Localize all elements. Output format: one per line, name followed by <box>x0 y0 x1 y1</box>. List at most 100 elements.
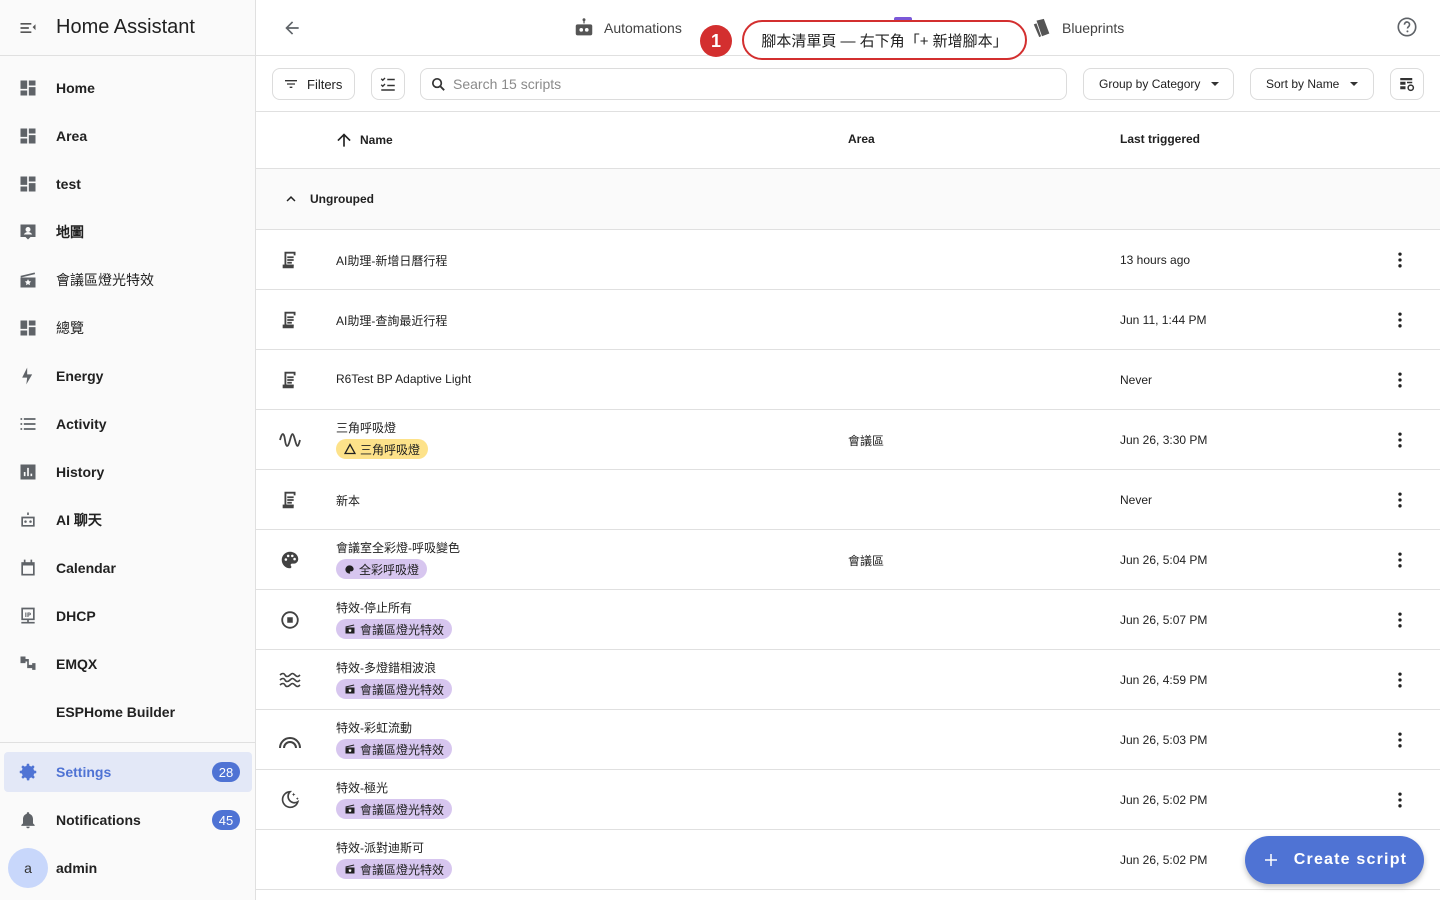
sort-by-label: Sort by Name <box>1266 77 1340 91</box>
sidebar-item-emqx[interactable]: EMQX <box>4 644 252 684</box>
sidebar-item-history[interactable]: History <box>4 452 252 492</box>
last-triggered-cell: Jun 26, 3:30 PM <box>1120 433 1208 447</box>
callout-number: 1 <box>700 25 732 57</box>
sidebar-item-test[interactable]: test <box>4 164 252 204</box>
table-row[interactable]: AI助理-查詢最近行程 Jun 11, 1:44 PM <box>256 290 1440 350</box>
more-vert-icon[interactable] <box>1388 548 1412 572</box>
search-input[interactable] <box>453 76 1033 92</box>
column-header-last-triggered[interactable]: Last triggered <box>1120 132 1200 146</box>
chip-label: 會議區燈光特效 <box>360 802 445 817</box>
table-row[interactable]: 特效-彩虹流動 會議區燈光特效 Jun 26, 5:03 PM <box>256 710 1440 770</box>
plus-icon <box>1262 851 1280 869</box>
chip-label: 三角呼吸燈 <box>360 442 421 457</box>
tab-blueprints[interactable]: Blueprints <box>1031 14 1124 42</box>
sidebar-item-energy[interactable]: Energy <box>4 356 252 396</box>
table-row[interactable]: 三角呼吸燈 三角呼吸燈 會議區 Jun 26, 3:30 PM <box>256 410 1440 470</box>
sidebar-item-map[interactable]: 地圖 <box>4 212 252 252</box>
sidebar-item-meeting-effects[interactable]: 會議區燈光特效 <box>4 260 252 300</box>
sidebar-item-label: Notifications <box>56 812 141 828</box>
avatar: a <box>8 848 48 888</box>
filters-button[interactable]: Filters <box>272 68 355 100</box>
sidebar-item-overview[interactable]: 總覽 <box>4 308 252 348</box>
ip-network-icon: IP <box>4 606 52 626</box>
more-vert-icon[interactable] <box>1388 368 1412 392</box>
group-header-ungrouped[interactable]: Ungrouped <box>256 169 1440 230</box>
palette-icon <box>278 548 302 572</box>
more-vert-icon[interactable] <box>1388 728 1412 752</box>
table-row[interactable]: 會議室全彩燈-呼吸變色 全彩呼吸燈 會議區 Jun 26, 5:04 PM <box>256 530 1440 590</box>
table-row[interactable]: 新本 Never <box>256 470 1440 530</box>
create-script-button[interactable]: Create script <box>1245 836 1424 884</box>
more-vert-icon[interactable] <box>1388 488 1412 512</box>
column-header-area[interactable]: Area <box>848 132 875 146</box>
more-vert-icon[interactable] <box>1388 668 1412 692</box>
table-row[interactable]: R6Test BP Adaptive Light Never <box>256 350 1440 410</box>
sidebar-header: Home Assistant <box>0 0 255 56</box>
sidebar-item-notifications[interactable]: Notifications 45 <box>4 800 252 840</box>
list-icon <box>4 414 52 434</box>
script-name: 特效-派對迪斯可 <box>336 841 424 855</box>
more-vert-icon[interactable] <box>1388 248 1412 272</box>
category-chip: 全彩呼吸燈 <box>336 559 428 579</box>
script-icon <box>278 248 302 272</box>
table-row[interactable]: 特效-停止所有 會議區燈光特效 Jun 26, 5:07 PM <box>256 590 1440 650</box>
sidebar-item-area[interactable]: Area <box>4 116 252 156</box>
chip-label: 全彩呼吸燈 <box>359 562 420 577</box>
tab-automations[interactable]: Automations <box>573 14 682 42</box>
search-field[interactable] <box>420 68 1067 100</box>
selection-mode-button[interactable] <box>371 68 405 100</box>
sidebar-item-activity[interactable]: Activity <box>4 404 252 444</box>
area-cell: 會議區 <box>848 554 885 568</box>
menu-collapse-icon[interactable] <box>0 0 56 56</box>
robot-icon <box>573 17 595 39</box>
sort-by-dropdown[interactable]: Sort by Name <box>1250 68 1374 100</box>
table-settings-button[interactable] <box>1390 68 1424 100</box>
callout-label: 腳本清單頁 — 右下角「+ 新增腳本」 <box>742 20 1027 60</box>
group-by-dropdown[interactable]: Group by Category <box>1083 68 1234 100</box>
last-triggered-cell: Jun 26, 5:03 PM <box>1120 733 1208 747</box>
tab-label: Blueprints <box>1062 20 1125 36</box>
last-triggered-cell: Jun 26, 5:02 PM <box>1120 793 1208 807</box>
sidebar-item-esphome[interactable]: ESPHome Builder <box>4 692 252 732</box>
sidebar-item-home[interactable]: Home <box>4 68 252 108</box>
table-cog-icon <box>1398 75 1416 93</box>
script-name: 三角呼吸燈 <box>336 421 397 435</box>
sidebar-item-dhcp[interactable]: IP DHCP <box>4 596 252 636</box>
last-triggered-cell: Jun 11, 1:44 PM <box>1120 313 1207 327</box>
back-arrow-icon[interactable] <box>276 16 308 40</box>
more-vert-icon[interactable] <box>1388 608 1412 632</box>
group-label: Ungrouped <box>310 192 374 206</box>
more-vert-icon[interactable] <box>1388 308 1412 332</box>
sidebar-item-settings[interactable]: Settings 28 <box>4 752 252 792</box>
sidebar-item-ai-chat[interactable]: AI 聊天 <box>4 500 252 540</box>
sidebar-item-user[interactable]: a admin <box>4 848 252 888</box>
sidebar-item-calendar[interactable]: Calendar <box>4 548 252 588</box>
toolbar: Filters Group by Category Sort by Name <box>256 56 1440 112</box>
sidebar-divider <box>0 742 255 743</box>
table-row[interactable]: 特效-極光會議區燈光特效 Jun 26, 5:02 PM <box>256 770 1440 830</box>
script-row-icon <box>278 848 302 872</box>
filter-icon <box>283 76 299 92</box>
help-icon[interactable] <box>1396 16 1418 43</box>
more-vert-icon[interactable] <box>1388 788 1412 812</box>
dashboard-icon <box>4 174 52 194</box>
sidebar-item-label: 會議區燈光特效 <box>56 272 154 288</box>
area-cell: 會議區 <box>848 434 885 448</box>
palette-icon <box>344 564 355 575</box>
table-row[interactable]: 特效-多燈錯相波浪 會議區燈光特效 Jun 26, 4:59 PM <box>256 650 1440 710</box>
checklist-icon <box>379 75 397 93</box>
column-label: Last triggered <box>1120 132 1201 146</box>
last-triggered-cell: Never <box>1120 373 1153 387</box>
script-name: 新本 <box>336 494 361 508</box>
last-triggered-cell: Jun 26, 5:04 PM <box>1120 553 1208 567</box>
table-row[interactable]: AI助理-新增日曆行程 13 hours ago <box>256 230 1440 290</box>
category-chip: 會議區燈光特效 <box>336 859 453 879</box>
chip-label: 會議區燈光特效 <box>360 682 445 697</box>
create-script-label: Create script <box>1293 851 1408 868</box>
script-name: AI助理-新增日曆行程 <box>336 254 448 268</box>
group-by-label: Group by Category <box>1099 77 1201 91</box>
more-vert-icon[interactable] <box>1388 428 1412 452</box>
column-header-name[interactable]: Name <box>334 130 393 150</box>
script-name: 特效-極光 <box>336 781 388 795</box>
last-triggered-cell: Jun 26, 4:59 PM <box>1120 673 1208 687</box>
